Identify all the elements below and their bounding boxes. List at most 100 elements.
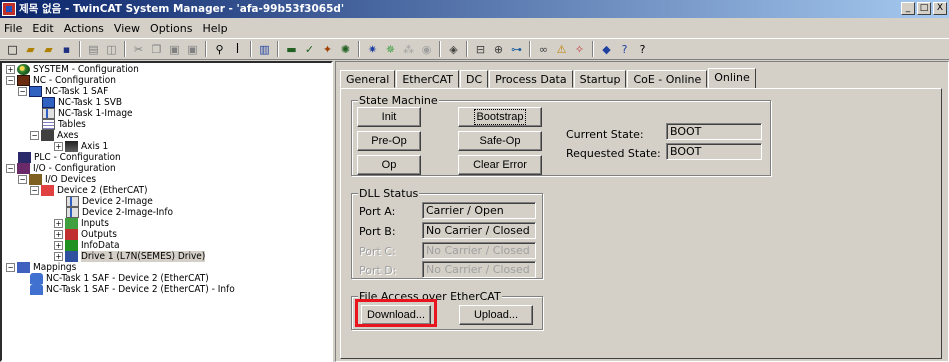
var-new-icon[interactable]: ∞ — [535, 41, 552, 58]
tab-general[interactable]: General — [340, 70, 396, 88]
check-icon[interactable]: ✓ — [301, 41, 318, 58]
tree-node-outputs[interactable]: + Outputs — [54, 229, 117, 240]
collapse-icon[interactable]: − — [18, 175, 27, 184]
upload-button[interactable]: Upload... — [459, 305, 533, 325]
file-access-title: File Access over EtherCAT — [358, 290, 502, 303]
find-next-icon[interactable]: ꟾ — [229, 41, 246, 58]
tree-node-mapping-1[interactable]: NC-Task 1 SAF - Device 2 (EtherCAT) — [30, 273, 209, 284]
collapse-icon[interactable]: − — [18, 87, 27, 96]
monitor-icon[interactable]: ▥ — [256, 41, 273, 58]
target-icon[interactable]: ✷ — [364, 41, 381, 58]
collapse-icon[interactable]: − — [30, 186, 39, 195]
expand-icon[interactable]: + — [54, 241, 63, 250]
init-button[interactable]: Init — [357, 107, 421, 127]
tree-node-nc-task-saf[interactable]: − NC-Task 1 SAF — [18, 86, 108, 97]
clear-error-button[interactable]: Clear Error — [458, 155, 542, 175]
tree-node-mapping-2[interactable]: NC-Task 1 SAF - Device 2 (EtherCAT) - In… — [30, 284, 235, 295]
free-run-icon[interactable]: ◉ — [418, 41, 435, 58]
port-d-field: No Carrier / Closed — [422, 261, 536, 278]
find-icon[interactable]: ⚲ — [211, 41, 228, 58]
tree-node-axes[interactable]: − Axes — [30, 130, 78, 141]
drive-icon — [65, 251, 78, 262]
menu-edit[interactable]: Edit — [32, 22, 53, 35]
tab-startup[interactable]: Startup — [573, 70, 627, 88]
menu-file[interactable]: File — [4, 22, 22, 35]
tree-node-io-devices[interactable]: − I/O Devices — [18, 174, 96, 185]
tab-ethercat[interactable]: EtherCAT — [396, 70, 459, 88]
zoom-icon[interactable]: ⊟ — [472, 41, 489, 58]
tree-node-io[interactable]: − I/O - Configuration — [6, 163, 116, 174]
close-button[interactable]: X — [933, 2, 947, 15]
bootstrap-button[interactable]: Bootstrap — [458, 107, 542, 127]
nc-icon — [17, 75, 30, 86]
wizard-icon[interactable]: ✧ — [571, 41, 588, 58]
maximize-button[interactable]: □ — [917, 2, 931, 15]
expand-icon[interactable]: + — [54, 219, 63, 228]
paste-icon[interactable]: ▣ — [166, 41, 183, 58]
cut-icon[interactable]: ✂ — [130, 41, 147, 58]
about-icon[interactable]: ? — [634, 41, 651, 58]
activate-icon[interactable]: ▬ — [283, 41, 300, 58]
ethercat-icon[interactable]: ⚠ — [553, 41, 570, 58]
set-run-icon[interactable]: ✦ — [319, 41, 336, 58]
restart-icon[interactable]: ✺ — [337, 41, 354, 58]
mapping-item-icon — [30, 273, 43, 284]
expand-icon[interactable]: + — [54, 252, 63, 261]
save-icon[interactable]: ▪ — [58, 41, 75, 58]
expand-icon[interactable]: + — [54, 142, 63, 151]
expand-icon[interactable]: + — [54, 230, 63, 239]
mapping-item-icon — [30, 284, 43, 295]
link-icon[interactable]: ⊕ — [490, 41, 507, 58]
tab-dc[interactable]: DC — [459, 70, 489, 88]
tables-icon — [42, 119, 55, 130]
tree-node-device-2-image[interactable]: Device 2-Image — [66, 196, 153, 207]
print-preview-icon[interactable]: ◫ — [103, 41, 120, 58]
collapse-icon[interactable]: − — [6, 76, 15, 85]
tree-node-axis-1[interactable]: + Axis 1 — [54, 141, 108, 152]
show-online-icon[interactable]: ◈ — [445, 41, 462, 58]
tree-node-system[interactable]: + SYSTEM - Configuration — [6, 64, 139, 75]
tab-coe-online[interactable]: CoE - Online — [627, 70, 708, 88]
toolbar-separator — [277, 41, 279, 57]
download-button[interactable]: Download... — [361, 305, 431, 325]
tree-node-device-2-image-info[interactable]: Device 2-Image-Info — [66, 207, 173, 218]
toggle-icon[interactable]: ⁂ — [400, 41, 417, 58]
config-tree[interactable]: + SYSTEM - Configuration − NC - Configur… — [0, 61, 333, 362]
print-icon[interactable]: ▤ — [85, 41, 102, 58]
diag-icon[interactable]: ◆ — [598, 41, 615, 58]
collapse-icon[interactable]: − — [30, 131, 39, 140]
tab-online[interactable]: Online — [708, 68, 756, 89]
menu-actions[interactable]: Actions — [64, 22, 104, 35]
tree-node-nc-task-svb[interactable]: NC-Task 1 SVB — [42, 97, 122, 108]
tree-node-mappings[interactable]: − Mappings — [6, 262, 76, 273]
new-icon[interactable]: □ — [4, 41, 21, 58]
tree-node-device-2[interactable]: − Device 2 (EtherCAT) — [30, 185, 148, 196]
tree-node-tables[interactable]: Tables — [42, 119, 86, 130]
safeop-button[interactable]: Safe-Op — [458, 131, 542, 151]
help-icon[interactable]: ? — [616, 41, 633, 58]
collapse-icon[interactable]: − — [6, 164, 15, 173]
menu-view[interactable]: View — [114, 22, 140, 35]
toolbar-separator — [439, 41, 441, 57]
collapse-icon[interactable]: − — [6, 263, 15, 272]
scan-icon[interactable]: ✵ — [382, 41, 399, 58]
tree-node-nc-task-image[interactable]: NC-Task 1-Image — [42, 108, 133, 119]
copy-icon[interactable]: ❐ — [148, 41, 165, 58]
tree-node-infodata[interactable]: + InfoData — [54, 240, 120, 251]
tree-node-inputs[interactable]: + Inputs — [54, 218, 109, 229]
tree-node-nc[interactable]: − NC - Configuration — [6, 75, 116, 86]
open-folder-icon[interactable]: ▰ — [40, 41, 57, 58]
paste-link-icon[interactable]: ▣ — [184, 41, 201, 58]
menu-help[interactable]: Help — [202, 22, 227, 35]
open-icon[interactable]: ▰ — [22, 41, 39, 58]
outputs-icon — [65, 229, 78, 240]
tree-node-plc[interactable]: PLC - Configuration — [18, 152, 121, 163]
preop-button[interactable]: Pre-Op — [357, 131, 421, 151]
menu-options[interactable]: Options — [150, 22, 192, 35]
tree-node-drive-1[interactable]: + Drive 1 (L7N(SEMES) Drive) — [54, 251, 206, 262]
var-icon[interactable]: ⊶ — [508, 41, 525, 58]
minimize-button[interactable]: _ — [901, 2, 915, 15]
expand-icon[interactable]: + — [6, 65, 15, 74]
tab-process-data[interactable]: Process Data — [489, 70, 573, 88]
op-button[interactable]: Op — [357, 155, 421, 175]
